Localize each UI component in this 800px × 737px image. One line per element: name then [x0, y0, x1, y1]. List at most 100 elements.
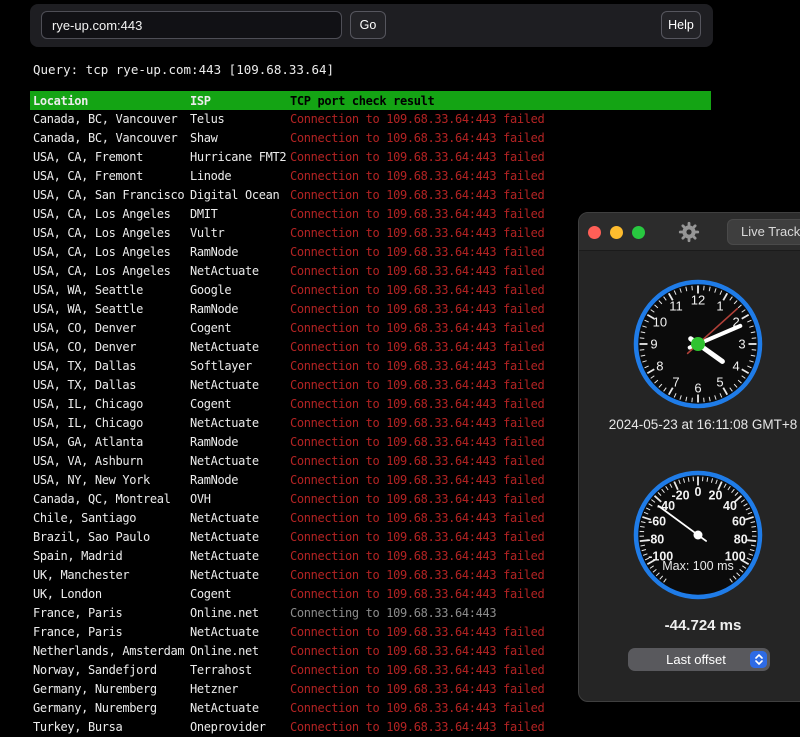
location-cell: USA, CO, Denver	[33, 338, 190, 357]
location-cell: USA, CA, Los Angeles	[33, 262, 190, 281]
isp-cell: Linode	[190, 167, 290, 186]
svg-text:7: 7	[672, 375, 679, 390]
location-cell: USA, WA, Seattle	[33, 300, 190, 319]
isp-cell: Google	[190, 281, 290, 300]
offset-gauge: -100-80-60-40-20020406080100Max: 100 ms	[628, 465, 768, 605]
location-cell: USA, CA, San Francisco	[33, 186, 190, 205]
header-isp: ISP	[190, 94, 290, 108]
svg-text:12: 12	[691, 293, 705, 308]
isp-cell: Oneprovider	[190, 718, 290, 737]
location-cell: USA, VA, Ashburn	[33, 452, 190, 471]
stepper-chevrons-icon[interactable]	[750, 651, 767, 668]
analog-clock: 123456789101112	[628, 274, 768, 414]
isp-cell: NetActuate	[190, 547, 290, 566]
table-row: Canada, BC, VancouverShawConnection to 1…	[33, 129, 800, 148]
isp-cell: Online.net	[190, 604, 290, 623]
result-cell: Connection to 109.68.33.64:443 failed	[290, 129, 800, 148]
svg-text:Max: 100 ms: Max: 100 ms	[662, 559, 734, 573]
isp-cell: Vultr	[190, 224, 290, 243]
isp-cell: OVH	[190, 490, 290, 509]
svg-text:11: 11	[669, 298, 683, 313]
location-cell: Canada, QC, Montreal	[33, 490, 190, 509]
isp-cell: Online.net	[190, 642, 290, 661]
query-summary: Query: tcp rye-up.com:443 [109.68.33.64]	[33, 62, 334, 77]
location-cell: Germany, Nuremberg	[33, 699, 190, 718]
location-cell: USA, TX, Dallas	[33, 357, 190, 376]
isp-cell: Hetzner	[190, 680, 290, 699]
svg-text:20: 20	[709, 489, 723, 503]
query-toolbar: Go Help	[30, 4, 713, 47]
minimize-button[interactable]	[610, 226, 623, 239]
svg-text:6: 6	[694, 381, 701, 396]
help-button[interactable]: Help	[661, 11, 701, 39]
location-cell: USA, CA, Fremont	[33, 148, 190, 167]
metric-select[interactable]: Last offset	[628, 648, 770, 671]
location-cell: USA, CA, Los Angeles	[33, 224, 190, 243]
location-cell: USA, CA, Fremont	[33, 167, 190, 186]
header-location: Location	[33, 94, 190, 108]
svg-text:80: 80	[734, 532, 748, 546]
isp-cell: Telus	[190, 110, 290, 129]
isp-cell: Terrahost	[190, 661, 290, 680]
location-cell: USA, GA, Atlanta	[33, 433, 190, 452]
host-port-input[interactable]	[41, 11, 342, 39]
clock-timestamp: 2024-05-23 at 16:11:08 GMT+8	[579, 417, 800, 432]
go-button[interactable]: Go	[350, 11, 386, 39]
isp-cell: NetActuate	[190, 262, 290, 281]
result-cell: Connection to 109.68.33.64:443 failed	[290, 186, 800, 205]
svg-text:3: 3	[738, 337, 745, 352]
table-row: Turkey, BursaOneproviderConnection to 10…	[33, 718, 800, 737]
isp-cell: Cogent	[190, 585, 290, 604]
isp-cell: NetActuate	[190, 528, 290, 547]
zoom-button[interactable]	[632, 226, 645, 239]
svg-text:5: 5	[716, 375, 723, 390]
svg-text:1: 1	[716, 298, 723, 313]
location-cell: Canada, BC, Vancouver	[33, 129, 190, 148]
location-cell: USA, NY, New York	[33, 471, 190, 490]
isp-cell: RamNode	[190, 471, 290, 490]
location-cell: Turkey, Bursa	[33, 718, 190, 737]
location-cell: USA, TX, Dallas	[33, 376, 190, 395]
metric-select-value: Last offset	[628, 652, 750, 667]
live-track-window: Live Track 123456789101112 2024-05-23 at…	[578, 212, 800, 702]
close-button[interactable]	[588, 226, 601, 239]
isp-cell: NetActuate	[190, 376, 290, 395]
isp-cell: Shaw	[190, 129, 290, 148]
isp-cell: NetActuate	[190, 699, 290, 718]
svg-text:-80: -80	[646, 532, 664, 546]
settings-gear-icon[interactable]	[678, 221, 700, 243]
isp-cell: NetActuate	[190, 566, 290, 585]
location-cell: France, Paris	[33, 623, 190, 642]
svg-text:9: 9	[650, 337, 657, 352]
location-cell: UK, Manchester	[33, 566, 190, 585]
isp-cell: Hurricane FMT2	[190, 148, 290, 167]
isp-cell: RamNode	[190, 433, 290, 452]
svg-text:4: 4	[732, 359, 739, 374]
location-cell: USA, IL, Chicago	[33, 414, 190, 433]
header-result: TCP port check result	[290, 94, 711, 108]
location-cell: Chile, Santiago	[33, 509, 190, 528]
table-row: USA, CA, San FranciscoDigital OceanConne…	[33, 186, 800, 205]
result-cell: Connection to 109.68.33.64:443 failed	[290, 110, 800, 129]
result-cell: Connection to 109.68.33.64:443 failed	[290, 148, 800, 167]
isp-cell: DMIT	[190, 205, 290, 224]
location-cell: USA, IL, Chicago	[33, 395, 190, 414]
window-titlebar[interactable]: Live Track	[579, 213, 800, 251]
isp-cell: Digital Ocean	[190, 186, 290, 205]
isp-cell: Cogent	[190, 319, 290, 338]
live-track-tab[interactable]: Live Track	[727, 219, 800, 245]
svg-text:60: 60	[732, 515, 746, 529]
location-cell: Brazil, Sao Paulo	[33, 528, 190, 547]
result-cell: Connection to 109.68.33.64:443 failed	[290, 718, 800, 737]
location-cell: USA, CO, Denver	[33, 319, 190, 338]
isp-cell: NetActuate	[190, 509, 290, 528]
table-header: Location ISP TCP port check result	[30, 91, 711, 110]
isp-cell: RamNode	[190, 300, 290, 319]
isp-cell: RamNode	[190, 243, 290, 262]
location-cell: USA, CA, Los Angeles	[33, 243, 190, 262]
svg-text:-20: -20	[671, 489, 689, 503]
location-cell: USA, WA, Seattle	[33, 281, 190, 300]
table-row: Canada, BC, VancouverTelusConnection to …	[33, 110, 800, 129]
svg-text:0: 0	[695, 485, 702, 499]
location-cell: Germany, Nuremberg	[33, 680, 190, 699]
